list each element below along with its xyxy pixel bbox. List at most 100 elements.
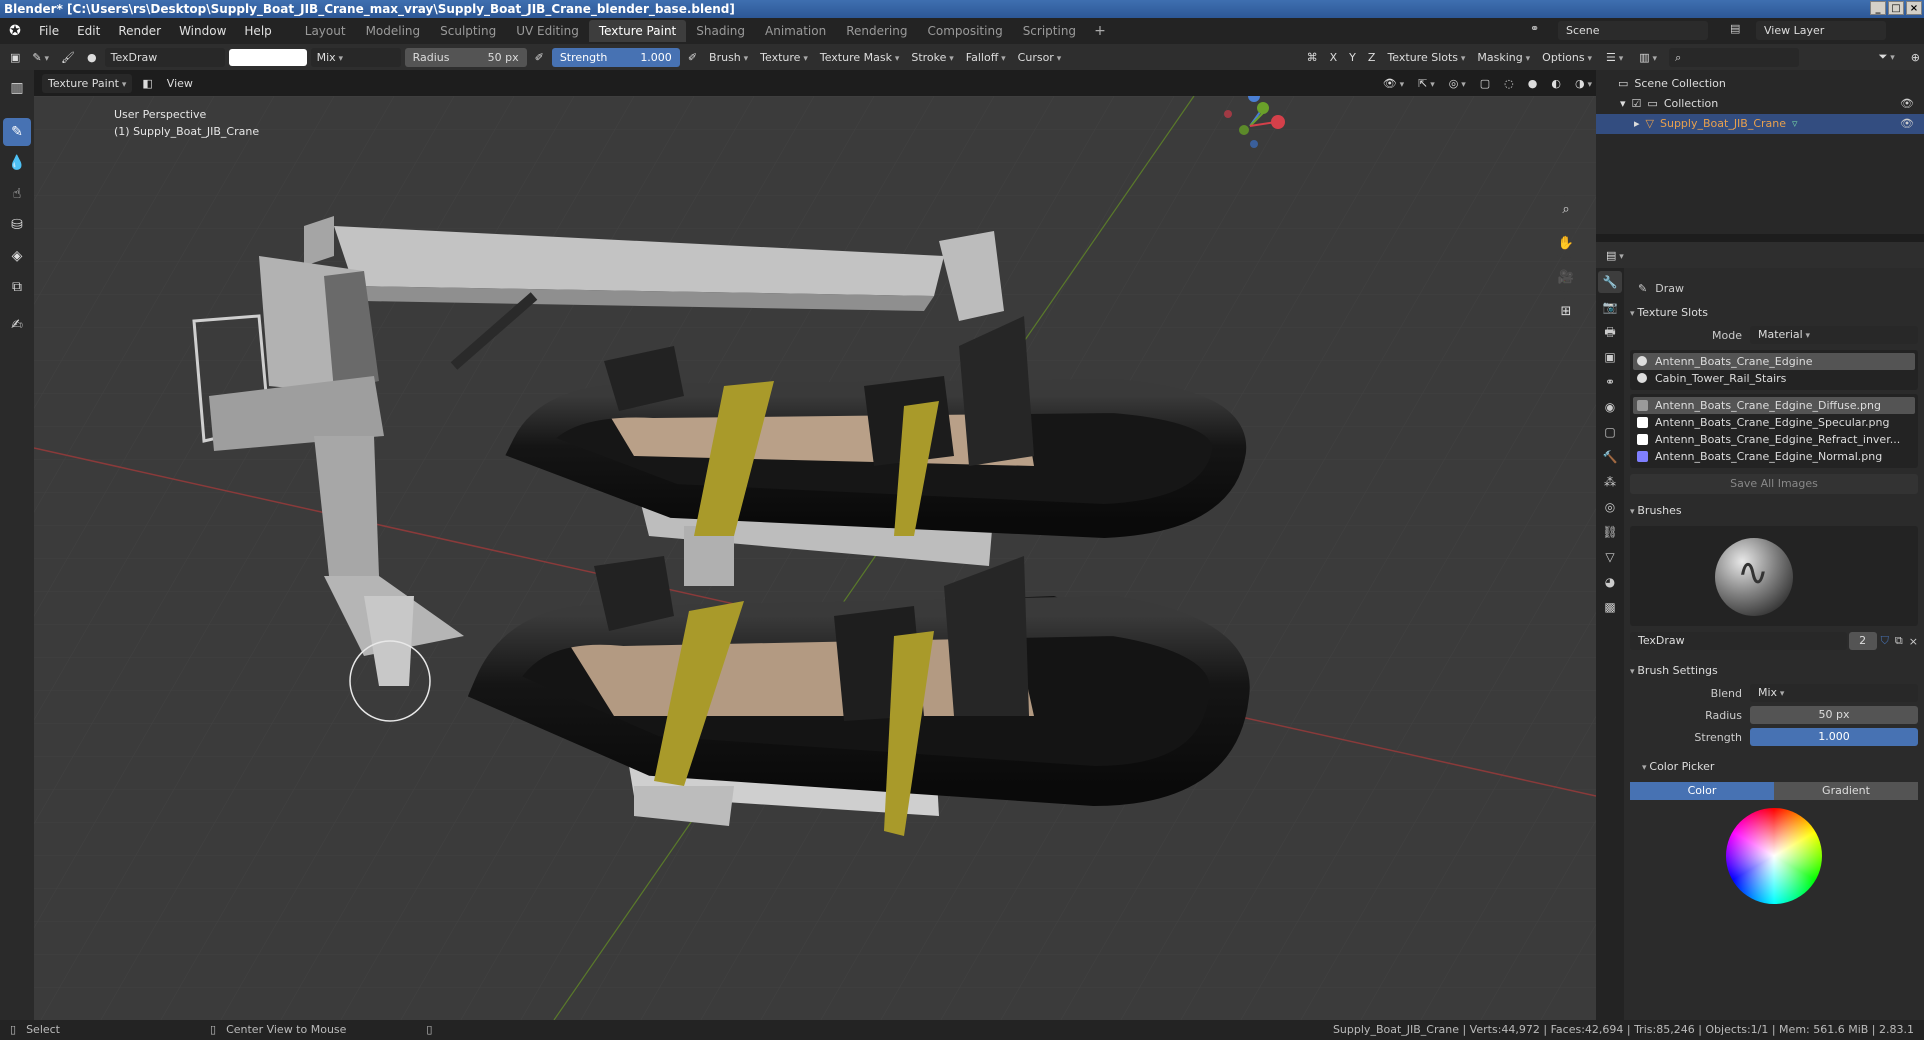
gradient-tab[interactable]: Gradient <box>1774 782 1918 800</box>
menu-render[interactable]: Render <box>109 24 170 38</box>
editor-type-icon[interactable]: ▣ <box>6 51 24 64</box>
material-list-item[interactable]: Antenn_Boats_Crane_Edgine <box>1633 353 1915 370</box>
material-list-item[interactable]: Cabin_Tower_Rail_Stairs <box>1633 370 1915 387</box>
expand-arrow-icon[interactable]: ▸ <box>1634 114 1640 134</box>
data-tab-icon[interactable]: ▽ <box>1598 546 1622 568</box>
visibility-eye-icon[interactable]: 👁 <box>1900 94 1914 114</box>
menu-view[interactable]: View <box>163 77 197 90</box>
texture-tab-icon[interactable]: ▩ <box>1598 596 1622 618</box>
camera-icon[interactable]: 🎥 <box>1552 264 1580 292</box>
view-layer-icon[interactable]: ▤ <box>1730 22 1740 35</box>
menu-texture[interactable]: Texture <box>756 51 812 64</box>
radius-field[interactable]: Radius 50 px <box>404 47 527 67</box>
texture-slots-panel-title[interactable]: Texture Slots <box>1630 302 1918 324</box>
duplicate-icon[interactable]: ⧉ <box>1895 634 1903 648</box>
tab-modeling[interactable]: Modeling <box>356 20 431 42</box>
symmetry-icon[interactable]: ⌘ <box>1303 51 1322 64</box>
soften-tool-icon[interactable]: 💧 <box>3 149 31 177</box>
image-slot-item[interactable]: Antenn_Boats_Crane_Edgine_Diffuse.png <box>1633 397 1915 414</box>
menu-help[interactable]: Help <box>235 24 280 38</box>
xray-icon[interactable]: ▢ <box>1476 77 1494 90</box>
brush-icon[interactable]: 🖌 <box>57 51 79 64</box>
radius-pressure-icon[interactable]: ✐ <box>531 51 548 64</box>
annotate-tool-icon[interactable]: ✍ <box>3 311 31 339</box>
filter-icon[interactable]: ⏷ <box>1875 50 1899 64</box>
menu-brush[interactable]: Brush <box>705 51 752 64</box>
brushes-panel-title[interactable]: Brushes <box>1630 500 1918 522</box>
scene-selector[interactable]: Scene <box>1558 21 1708 40</box>
outliner-scene-collection[interactable]: ▭ Scene Collection <box>1596 74 1924 94</box>
fake-user-shield-icon[interactable]: ⛉ <box>1881 634 1889 648</box>
brush-name-field[interactable]: TexDraw <box>104 47 225 67</box>
tab-texture-paint[interactable]: Texture Paint <box>588 20 687 42</box>
physics-tab-icon[interactable]: ◎ <box>1598 496 1622 518</box>
tool-tab-icon[interactable]: 🔧 <box>1598 271 1622 293</box>
draw-tool-icon[interactable]: ✎ <box>3 118 31 146</box>
menu-falloff[interactable]: Falloff <box>962 51 1010 64</box>
overlay-icon[interactable]: ◎ <box>1445 77 1470 90</box>
tab-uv-editing[interactable]: UV Editing <box>506 20 589 42</box>
brush-users-count[interactable]: 2 <box>1848 632 1877 650</box>
minimize-button[interactable]: _ <box>1870 1 1886 15</box>
maximize-button[interactable]: □ <box>1888 1 1904 15</box>
rendered-shading-icon[interactable]: ◑ <box>1571 77 1596 90</box>
gizmo-icon[interactable]: ⇱ <box>1414 77 1439 90</box>
object-tab-icon[interactable]: ▢ <box>1598 421 1622 443</box>
display-mode-icon[interactable]: ▥ <box>1635 51 1661 64</box>
3d-viewport[interactable]: User Perspective (1) Supply_Boat_JIB_Cra… <box>34 96 1596 1020</box>
tab-rendering[interactable]: Rendering <box>836 20 917 42</box>
blend-dropdown-field[interactable]: Mix <box>1750 684 1918 702</box>
brush-settings-panel-title[interactable]: Brush Settings <box>1630 660 1918 682</box>
brush-preview[interactable] <box>1630 526 1918 626</box>
add-workspace-icon[interactable]: + <box>1086 23 1114 39</box>
modifier-tab-icon[interactable]: 🔨 <box>1598 446 1622 468</box>
material-tab-icon[interactable]: ◕ <box>1598 571 1622 593</box>
scene-tab-icon[interactable]: ⚭ <box>1598 371 1622 393</box>
zoom-icon[interactable]: ⌕ <box>1552 196 1580 224</box>
menu-masking[interactable]: Masking <box>1473 51 1534 64</box>
view-layer-tab-icon[interactable]: ▣ <box>1598 346 1622 368</box>
unlink-icon[interactable]: × <box>1909 635 1918 648</box>
color-picker-panel-title[interactable]: Color Picker <box>1630 756 1918 778</box>
output-tab-icon[interactable]: 🖶 <box>1598 321 1622 343</box>
visibility-icon[interactable]: 👁 <box>1379 77 1408 90</box>
color-tab[interactable]: Color <box>1630 782 1774 800</box>
tab-compositing[interactable]: Compositing <box>917 20 1012 42</box>
menu-texture-mask[interactable]: Texture Mask <box>816 51 904 64</box>
color-wheel[interactable] <box>1726 808 1822 904</box>
menu-stroke[interactable]: Stroke <box>907 51 957 64</box>
strength-pressure-icon[interactable]: ✐ <box>684 51 701 64</box>
tab-shading[interactable]: Shading <box>686 20 755 42</box>
particles-tab-icon[interactable]: ⁂ <box>1598 471 1622 493</box>
properties-editor-icon[interactable]: ▤ <box>1602 249 1628 262</box>
radius-slider[interactable]: 50 px <box>1750 706 1918 724</box>
blend-dropdown[interactable]: Mix <box>310 47 401 67</box>
scene-icon[interactable]: ⚭ <box>1530 22 1539 35</box>
strength-field[interactable]: Strength 1.000 <box>551 47 680 67</box>
axis-y-toggle[interactable]: Y <box>1345 51 1360 64</box>
fill-tool-icon[interactable]: ◈ <box>3 242 31 270</box>
tab-animation[interactable]: Animation <box>755 20 836 42</box>
mode-dropdown[interactable]: Texture Paint <box>42 73 133 93</box>
mode-dropdown-field[interactable]: Material <box>1750 326 1918 344</box>
editor-type-button[interactable]: ▥ <box>3 74 31 102</box>
constraints-tab-icon[interactable]: ⛓ <box>1598 521 1622 543</box>
menu-file[interactable]: File <box>30 24 68 38</box>
menu-options[interactable]: Options <box>1538 51 1596 64</box>
close-button[interactable]: × <box>1906 1 1922 15</box>
axis-x-toggle[interactable]: X <box>1326 51 1342 64</box>
ortho-grid-icon[interactable]: ⊞ <box>1552 298 1580 326</box>
material-shading-icon[interactable]: ◐ <box>1547 77 1565 90</box>
clone-tool-icon[interactable]: ⛁ <box>3 211 31 239</box>
blender-logo-icon[interactable]: ✪ <box>0 23 30 39</box>
outliner-search-input[interactable]: ⌕ <box>1669 47 1800 67</box>
solid-shading-icon[interactable]: ● <box>1524 77 1542 90</box>
mode-icon[interactable]: ✎ <box>28 51 53 64</box>
mask-tool-icon[interactable]: ⧉ <box>3 273 31 301</box>
visibility-eye-icon[interactable]: 👁 <box>1900 114 1914 134</box>
tab-scripting[interactable]: Scripting <box>1013 20 1086 42</box>
outliner-editor-icon[interactable]: ☰ <box>1602 51 1627 64</box>
brush-color-swatch[interactable] <box>228 48 307 66</box>
pan-hand-icon[interactable]: ✋ <box>1552 230 1580 258</box>
image-slot-item[interactable]: Antenn_Boats_Crane_Edgine_Refract_inver.… <box>1633 431 1915 448</box>
